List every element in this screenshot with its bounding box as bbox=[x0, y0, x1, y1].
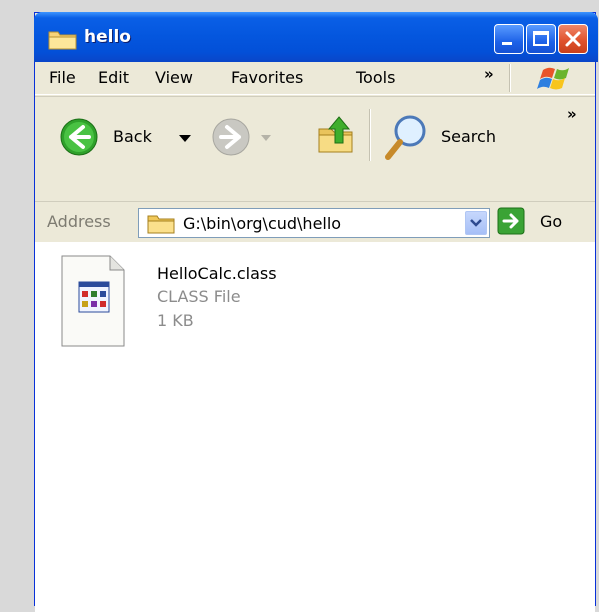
folder-icon bbox=[48, 31, 77, 50]
windows-logo-icon bbox=[537, 67, 569, 90]
file-item[interactable]: HelloCalc.class CLASS File 1 KB bbox=[35, 242, 335, 362]
close-button[interactable] bbox=[558, 24, 588, 54]
search-label: Search bbox=[441, 127, 496, 146]
address-input[interactable]: G:\bin\org\cud\hello bbox=[138, 208, 490, 238]
go-label[interactable]: Go bbox=[540, 212, 562, 231]
address-folder-icon bbox=[147, 215, 175, 234]
class-file-icon bbox=[61, 255, 125, 347]
address-path: G:\bin\org\cud\hello bbox=[183, 214, 342, 233]
file-size: 1 KB bbox=[157, 311, 194, 330]
forward-button[interactable] bbox=[211, 117, 271, 161]
menu-favorites[interactable]: Favorites bbox=[231, 68, 303, 87]
menubar-divider bbox=[509, 64, 511, 92]
menu-overflow-chevron[interactable]: » bbox=[484, 65, 494, 83]
window-title: hello bbox=[84, 27, 131, 47]
up-folder-icon[interactable] bbox=[315, 113, 359, 157]
menu-bar: File Edit View Favorites Tools » bbox=[35, 62, 595, 95]
maximize-icon bbox=[533, 31, 549, 46]
standard-toolbar: Back Search » bbox=[35, 96, 595, 207]
file-type: CLASS File bbox=[157, 287, 241, 306]
back-label: Back bbox=[113, 127, 152, 146]
minimize-button[interactable] bbox=[494, 24, 524, 54]
file-view: HelloCalc.class CLASS File 1 KB bbox=[35, 242, 595, 612]
search-button[interactable]: Search bbox=[383, 113, 513, 163]
maximize-button[interactable] bbox=[526, 24, 556, 54]
menu-tools[interactable]: Tools bbox=[356, 68, 395, 87]
menu-edit[interactable]: Edit bbox=[98, 68, 129, 87]
back-dropdown-icon[interactable] bbox=[179, 135, 191, 143]
address-label: Address bbox=[47, 212, 111, 231]
back-button[interactable]: Back bbox=[59, 117, 199, 161]
go-arrow-icon bbox=[497, 207, 525, 235]
address-dropdown-button[interactable] bbox=[465, 211, 487, 235]
search-magnifier-icon bbox=[385, 115, 426, 160]
menu-file[interactable]: File bbox=[49, 68, 76, 87]
menu-view[interactable]: View bbox=[155, 68, 193, 87]
close-icon bbox=[565, 31, 581, 47]
forward-dropdown-icon bbox=[261, 135, 271, 141]
address-bar: Address G:\bin\org\cud\hello Go bbox=[35, 201, 595, 243]
title-bar[interactable]: hello bbox=[34, 12, 598, 62]
minimize-icon bbox=[502, 42, 512, 45]
toolbar-overflow-chevron[interactable]: » bbox=[567, 105, 577, 123]
explorer-window: hello File Edit View Favorites Tools » B… bbox=[34, 12, 598, 612]
chevron-down-icon bbox=[470, 219, 482, 227]
toolbar-divider bbox=[369, 109, 371, 161]
back-arrow-icon bbox=[60, 118, 98, 156]
file-name: HelloCalc.class bbox=[157, 264, 277, 283]
forward-arrow-icon bbox=[212, 118, 250, 156]
